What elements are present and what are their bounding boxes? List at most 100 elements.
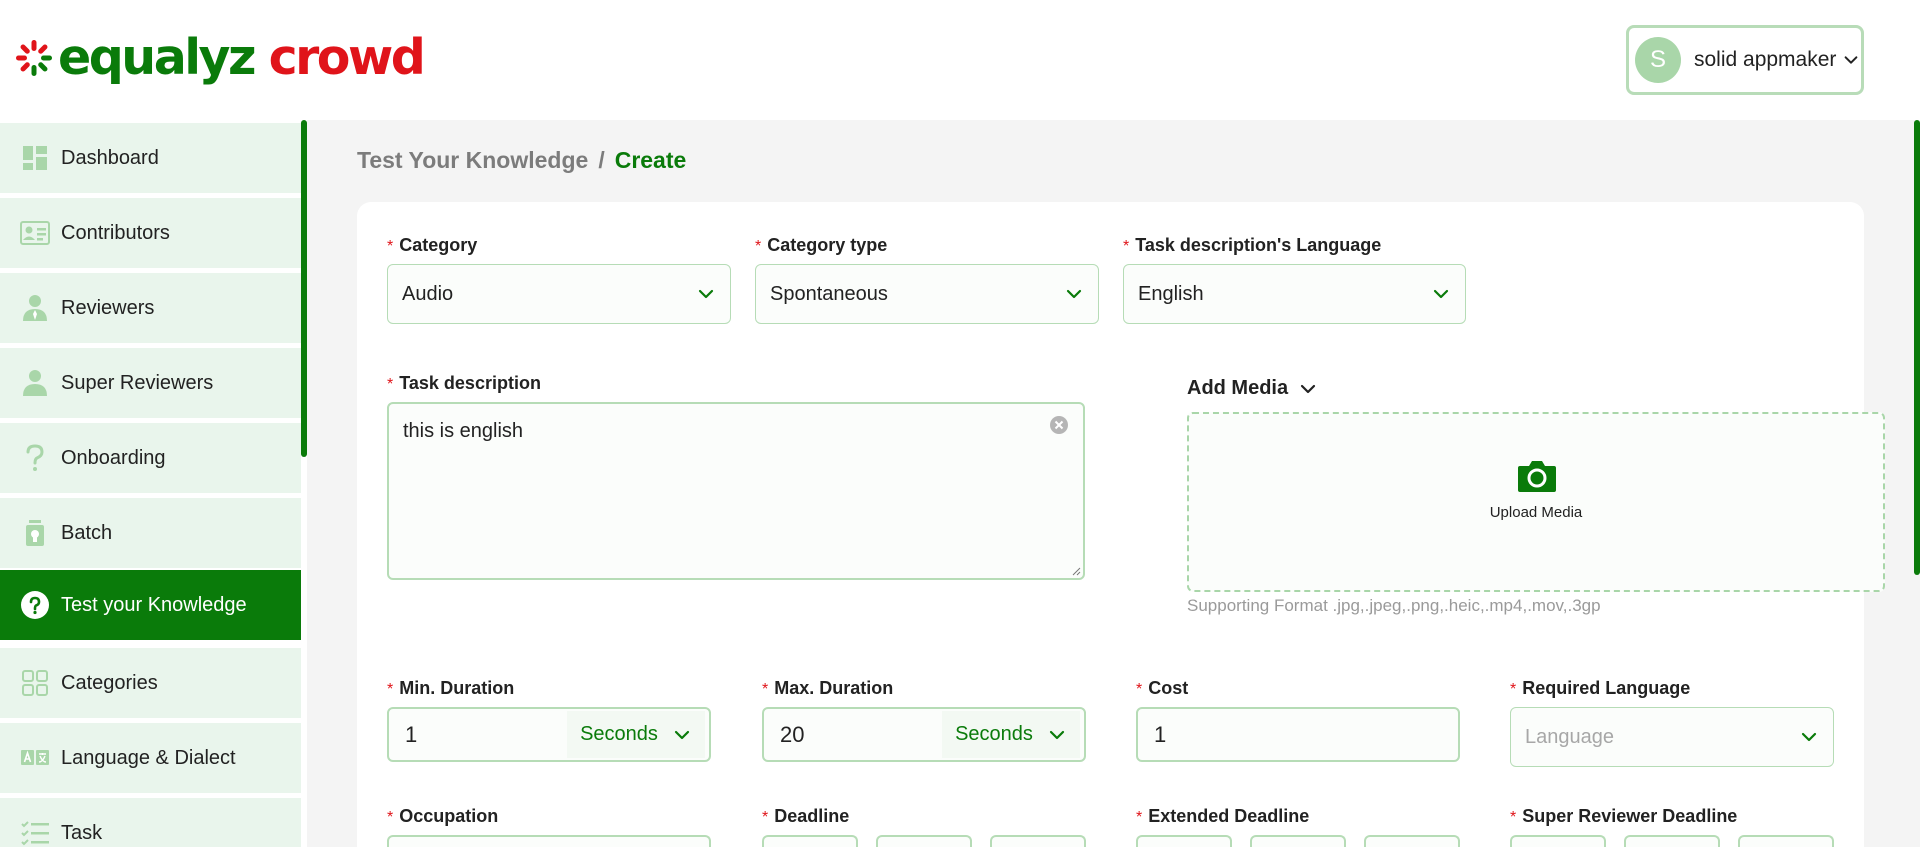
extended-deadline-hours-input[interactable] (1250, 835, 1346, 847)
batch-icon (20, 518, 50, 548)
sidebar: Dashboard Contributors Reviewers Super R… (0, 120, 307, 847)
sidebar-item-task[interactable]: Task (0, 798, 301, 847)
logo-text-crowd: crowd (268, 29, 426, 86)
deadline-label-text: Deadline (774, 806, 850, 826)
sidebar-item-label: Language & Dialect (61, 746, 236, 769)
sidebar-item-categories[interactable]: Categories (0, 648, 301, 718)
question-circle-icon (20, 590, 50, 620)
sidebar-item-label: Task (61, 821, 103, 844)
sidebar-item-dashboard[interactable]: Dashboard (0, 123, 301, 193)
required-mark: * (387, 238, 394, 255)
logo-text: equalyz crowd (58, 29, 426, 86)
required-mark: * (1136, 681, 1143, 698)
breadcrumb: Test Your Knowledge / Create (357, 147, 686, 174)
extended-deadline-days-input[interactable] (1136, 835, 1232, 847)
min-duration-label-text: Min. Duration (399, 678, 515, 698)
category-select-value: Audio (402, 282, 454, 305)
chevron-down-icon (1801, 732, 1817, 742)
logo-mark-icon (16, 40, 52, 76)
sidebar-item-super-reviewers[interactable]: Super Reviewers (0, 348, 301, 418)
reviewer-icon (20, 293, 50, 323)
occupation-label: * Occupation (387, 806, 498, 827)
task-language-label: * Task description's Language (1123, 235, 1381, 256)
chevron-down-icon (674, 730, 690, 739)
required-language-label-text: Required Language (1522, 678, 1691, 698)
super-reviewer-deadline-minutes-input[interactable] (1738, 835, 1834, 847)
sidebar-item-language-dialect[interactable]: Language & Dialect (0, 723, 301, 793)
max-duration-label: * Max. Duration (762, 678, 893, 699)
clear-icon[interactable] (1049, 415, 1069, 435)
sidebar-item-batch[interactable]: Batch (0, 498, 301, 568)
required-language-label: * Required Language (1510, 678, 1690, 699)
category-type-label: * Category type (755, 235, 887, 256)
super-reviewer-deadline-label: * Super Reviewer Deadline (1510, 806, 1737, 827)
user-name: solid appmaker (1694, 48, 1837, 71)
chevron-down-icon (1433, 289, 1449, 299)
extended-deadline-label: * Extended Deadline (1136, 806, 1309, 827)
supporting-format-text: Supporting Format .jpg,.jpeg,.png,.heic,… (1187, 596, 1601, 615)
required-mark: * (387, 376, 394, 393)
chevron-down-icon (698, 289, 714, 299)
deadline-days-input[interactable] (762, 835, 858, 847)
sidebar-item-label: Super Reviewers (61, 371, 214, 394)
user-menu-button[interactable]: S solid appmaker (1626, 25, 1864, 95)
main-content: Test Your Knowledge / Create * Category A… (307, 120, 1920, 847)
task-description-label: * Task description (387, 373, 541, 394)
upload-media-dropzone[interactable]: Upload Media (1187, 412, 1885, 592)
category-type-select[interactable]: Spontaneous (755, 264, 1099, 324)
category-select[interactable]: Audio (387, 264, 731, 324)
required-mark: * (762, 681, 769, 698)
category-type-label-text: Category type (767, 235, 888, 255)
sidebar-item-label: Onboarding (61, 446, 166, 469)
sidebar-item-onboarding[interactable]: Onboarding (0, 423, 301, 493)
min-duration-input-group: 1 Seconds (387, 707, 711, 762)
sidebar-item-label: Reviewers (61, 296, 155, 319)
min-duration-input[interactable]: 1 (389, 722, 567, 748)
cost-input[interactable]: 1 (1136, 707, 1460, 762)
required-language-select[interactable]: Language (1510, 707, 1834, 767)
occupation-select[interactable] (387, 835, 711, 847)
header: equalyz crowd S solid appmaker (0, 0, 1920, 120)
question-mark-icon (20, 443, 50, 473)
person-icon (20, 368, 50, 398)
deadline-minutes-input[interactable] (990, 835, 1086, 847)
main-scrollbar[interactable] (1914, 120, 1920, 575)
add-media-label: Add Media (1187, 377, 1289, 399)
sidebar-item-label: Contributors (61, 221, 170, 244)
super-reviewer-deadline-days-input[interactable] (1510, 835, 1606, 847)
logo[interactable]: equalyz crowd (14, 29, 426, 86)
sidebar-item-label: Test your Knowledge (61, 593, 247, 616)
required-mark: * (1123, 238, 1130, 255)
sidebar-item-reviewers[interactable]: Reviewers (0, 273, 301, 343)
category-type-select-value: Spontaneous (770, 282, 888, 305)
min-duration-label: * Min. Duration (387, 678, 514, 699)
deadline-label: * Deadline (762, 806, 849, 827)
required-mark: * (1510, 809, 1517, 826)
task-description-value: this is english (403, 420, 524, 442)
task-language-select[interactable]: English (1123, 264, 1466, 324)
sidebar-item-contributors[interactable]: Contributors (0, 198, 301, 268)
sidebar-item-test-your-knowledge[interactable]: Test your Knowledge (0, 570, 301, 640)
occupation-label-text: Occupation (399, 806, 499, 826)
extended-deadline-label-text: Extended Deadline (1148, 806, 1310, 826)
task-description-textarea[interactable]: this is english (387, 402, 1085, 580)
chevron-down-icon (1301, 384, 1316, 393)
add-media-toggle[interactable]: Add Media (1187, 377, 1318, 400)
sidebar-item-label: Dashboard (61, 146, 159, 169)
super-reviewer-deadline-hours-input[interactable] (1624, 835, 1720, 847)
max-duration-unit-select[interactable]: Seconds (942, 711, 1080, 758)
logo-text-equalyz: equalyz (58, 29, 257, 86)
required-mark: * (762, 809, 769, 826)
category-label: * Category (387, 235, 477, 256)
min-duration-unit-select[interactable]: Seconds (567, 711, 705, 758)
extended-deadline-minutes-input[interactable] (1364, 835, 1460, 847)
task-language-label-text: Task description's Language (1135, 235, 1382, 255)
task-description-label-text: Task description (399, 373, 541, 393)
breadcrumb-parent-link[interactable]: Test Your Knowledge (357, 147, 588, 174)
resize-handle-icon[interactable] (1071, 566, 1081, 576)
cost-label-text: Cost (1148, 678, 1189, 698)
task-language-select-value: English (1138, 282, 1204, 305)
deadline-hours-input[interactable] (876, 835, 972, 847)
chevron-down-icon (1049, 730, 1065, 739)
max-duration-input[interactable]: 20 (764, 722, 942, 748)
